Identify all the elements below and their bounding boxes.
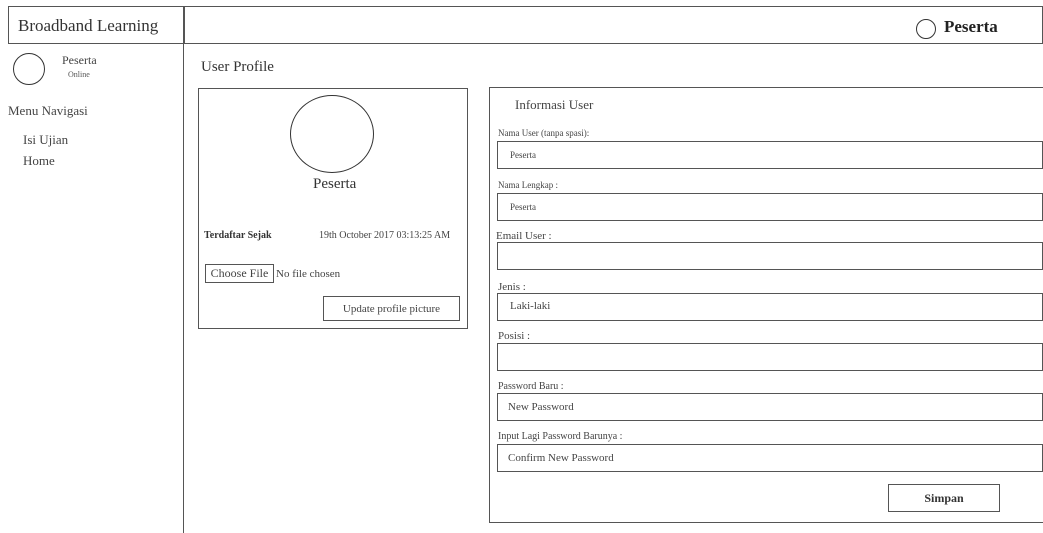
sidebar-user-name: Peserta <box>62 53 97 67</box>
confirm-password-placeholder: Confirm New Password <box>508 452 614 464</box>
fullname-label: Nama Lengkap : <box>498 180 558 190</box>
registered-label: Terdaftar Sejak <box>204 230 272 241</box>
username-value: Peserta <box>510 150 536 160</box>
fullname-value: Peserta <box>510 202 536 212</box>
position-field[interactable] <box>497 343 1043 371</box>
email-label: Email User : <box>496 230 552 242</box>
gender-select[interactable] <box>497 293 1043 321</box>
new-password-label: Password Baru : <box>498 381 564 392</box>
sidebar-item-isi-ujian[interactable]: Isi Ujian <box>23 132 68 148</box>
save-button[interactable]: Simpan <box>888 484 1000 512</box>
new-password-field[interactable] <box>497 393 1043 421</box>
no-file-text: No file chosen <box>276 268 341 280</box>
username-field[interactable] <box>497 141 1043 169</box>
fullname-field[interactable] <box>497 193 1043 221</box>
header-user-name[interactable]: Peserta <box>944 17 998 37</box>
new-password-placeholder: New Password <box>508 401 574 413</box>
confirm-password-label: Input Lagi Password Barunya : <box>498 431 623 442</box>
profile-picture <box>290 95 374 173</box>
profile-name: Peserta <box>313 176 357 192</box>
top-bar <box>184 6 1043 44</box>
user-info-title: Informasi User <box>515 97 594 112</box>
update-profile-picture-button[interactable]: Update profile picture <box>323 296 460 321</box>
user-avatar-icon[interactable] <box>916 19 936 39</box>
page-title: User Profile <box>201 59 274 75</box>
username-label: Nama User (tanpa spasi): <box>498 128 590 138</box>
registered-value: 19th October 2017 03:13:25 AM <box>319 230 451 241</box>
gender-label: Jenis : <box>498 281 526 293</box>
sidebar-menu-title: Menu Navigasi <box>8 103 88 118</box>
email-field[interactable] <box>497 242 1043 270</box>
choose-file-button[interactable]: Choose File <box>205 264 274 283</box>
gender-value: Laki-laki <box>510 300 551 312</box>
sidebar-avatar-icon <box>13 53 45 85</box>
position-label: Posisi : <box>498 330 531 342</box>
brand-title: Broadband Learning <box>18 16 159 35</box>
sidebar-user-status: Online <box>68 70 90 79</box>
sidebar-item-home[interactable]: Home <box>23 153 55 169</box>
